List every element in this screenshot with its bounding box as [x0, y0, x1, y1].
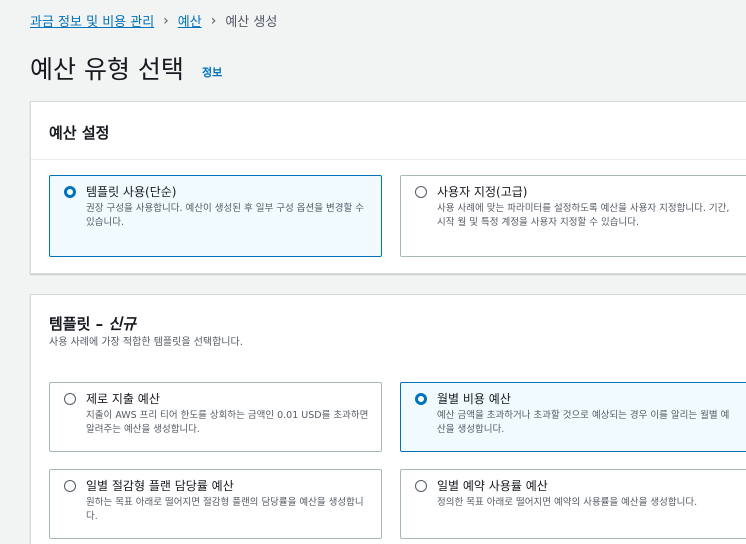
templates-panel: 템플릿 – 신규 사용 사례에 가장 적합한 템플릿을 선택합니다. 제로 지출… [30, 294, 746, 544]
breadcrumb-billing-link[interactable]: 과금 정보 및 비용 관리 [30, 11, 154, 30]
chevron-right-icon: › [163, 12, 169, 29]
option-description: 권장 구성을 사용합니다. 예산이 생성된 후 일부 구성 옵션을 변경할 수 … [86, 203, 364, 228]
radio-button-icon[interactable] [64, 480, 76, 492]
budget-setup-header: 예산 설정 [31, 102, 746, 160]
templates-description: 사용 사례에 가장 적합한 템플릿을 선택합니다. [49, 337, 243, 348]
radio-button-icon[interactable] [64, 393, 76, 405]
templates-title: 템플릿 – 신규 [49, 313, 136, 334]
breadcrumb-budgets-link[interactable]: 예산 [178, 11, 202, 30]
budget-setup-title: 예산 설정 [49, 124, 110, 142]
template-monthly-cost[interactable]: 월별 비용 예산 예산 금액을 초과하거나 초과할 것으로 예상되는 경우 이를… [400, 382, 746, 452]
breadcrumb: 과금 정보 및 비용 관리 › 예산 › 예산 생성 [30, 11, 278, 31]
templates-title-text: 템플릿 – [49, 315, 104, 333]
option-label: 템플릿 사용(단순) [86, 185, 177, 199]
option-label: 월별 비용 예산 [437, 392, 511, 406]
template-savings-plans-coverage[interactable]: 일별 절감형 플랜 담당률 예산 원하는 목표 아래로 떨어지면 절감형 플랜의… [49, 469, 382, 539]
option-label: 사용자 지정(고급) [437, 185, 528, 199]
option-description: 지출이 AWS 프리 티어 한도를 상회하는 금액인 0.01 USD를 초과하… [86, 410, 369, 435]
option-custom-advanced[interactable]: 사용자 지정(고급) 사용 사례에 맞는 파라미터를 설정하도록 예산을 사용자… [400, 175, 746, 257]
template-reservation-utilization[interactable]: 일별 예약 사용률 예산 정의한 목표 아래로 떨어지면 예약의 사용률을 예산… [400, 469, 746, 539]
radio-button-icon[interactable] [415, 393, 427, 405]
templates-new-label: 신규 [108, 315, 136, 333]
chevron-right-icon: › [210, 12, 217, 29]
radio-button-icon[interactable] [64, 186, 76, 198]
option-label: 일별 절감형 플랜 담당률 예산 [86, 479, 234, 493]
option-label: 일별 예약 사용률 예산 [437, 479, 548, 493]
option-description: 예산 금액을 초과하거나 초과할 것으로 예상되는 경우 이를 알리는 월별 예… [437, 410, 730, 435]
page-title: 예산 유형 선택 [30, 55, 184, 84]
radio-button-icon[interactable] [415, 186, 427, 198]
breadcrumb-current: 예산 생성 [225, 15, 278, 30]
budget-setup-panel: 예산 설정 템플릿 사용(단순) 권장 구성을 사용합니다. 예산이 생성된 후… [30, 101, 746, 274]
option-description: 사용 사례에 맞는 파라미터를 설정하도록 예산을 사용자 지정합니다. 기간,… [437, 203, 730, 228]
option-label: 제로 지출 예산 [86, 392, 160, 406]
template-zero-spend[interactable]: 제로 지출 예산 지출이 AWS 프리 티어 한도를 상회하는 금액인 0.01… [49, 382, 382, 452]
option-description: 정의한 목표 아래로 떨어지면 예약의 사용률을 예산을 생성합니다. [437, 497, 698, 508]
option-description: 원하는 목표 아래로 떨어지면 절감형 플랜의 담당률을 예산을 생성합니다. [86, 497, 364, 522]
option-template-simple[interactable]: 템플릿 사용(단순) 권장 구성을 사용합니다. 예산이 생성된 후 일부 구성… [49, 175, 382, 257]
info-link[interactable]: 정보 [202, 64, 222, 80]
radio-button-icon[interactable] [415, 480, 427, 492]
